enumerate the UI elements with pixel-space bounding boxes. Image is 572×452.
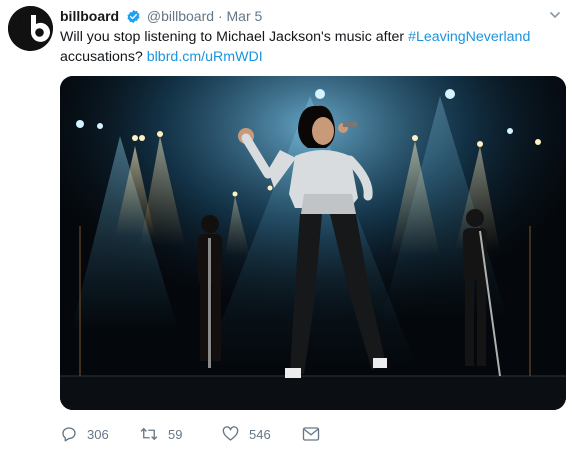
caret-down-icon[interactable] — [548, 7, 562, 27]
concert-photo — [60, 76, 566, 410]
url-link[interactable]: blbrd.cm/uRmWDI — [147, 49, 263, 65]
direct-message-button[interactable] — [302, 424, 320, 444]
direct-message-icon — [302, 427, 320, 441]
tweet-text-part: accusations? — [60, 49, 147, 65]
reply-count: 306 — [87, 426, 109, 442]
billboard-logo-icon: billboard — [8, 6, 53, 51]
verified-badge-icon — [127, 9, 140, 24]
tweet-text-part: Will you stop listening to Michael Jacks… — [60, 29, 409, 45]
reply-icon — [62, 427, 76, 442]
hashtag-link[interactable]: #LeavingNeverland — [408, 29, 530, 45]
avatar[interactable]: billboard — [8, 6, 53, 51]
retweet-icon — [140, 427, 158, 441]
tweet-header: billboard @billboard · Mar 5 — [60, 6, 562, 26]
tweet-text: Will you stop listening to Michael Jacks… — [60, 27, 560, 67]
retweet-count: 59 — [168, 426, 183, 442]
like-button[interactable]: 546 — [221, 424, 271, 444]
retweet-button[interactable]: 59 — [139, 424, 182, 444]
like-icon — [222, 426, 239, 441]
user-handle[interactable]: @billboard — [147, 8, 214, 24]
like-count: 546 — [249, 426, 271, 442]
reply-button[interactable]: 306 — [60, 424, 109, 444]
tweet-date[interactable]: Mar 5 — [227, 8, 263, 24]
separator-dot: · — [217, 8, 223, 24]
svg-text:billboard: billboard — [17, 14, 23, 37]
tweet-photo[interactable] — [60, 76, 566, 410]
display-name[interactable]: billboard — [60, 8, 119, 24]
